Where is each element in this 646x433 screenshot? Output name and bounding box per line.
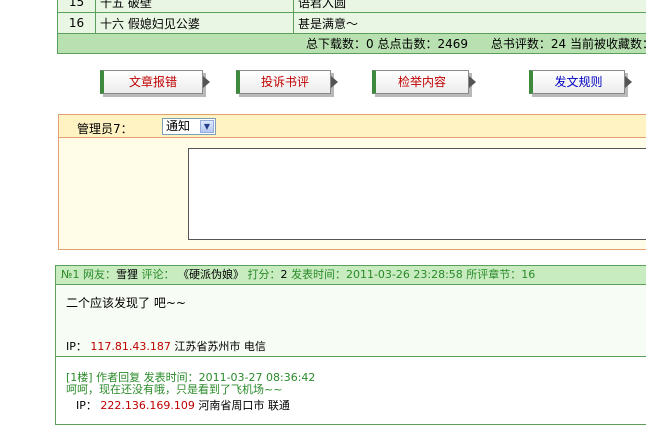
review-location: 江苏省苏州市 电信 <box>174 340 266 353</box>
reply-ip: 222.136.169.109 <box>100 399 195 412</box>
reply-ip-line: IP： 222.136.169.109 河南省周口市 联通 <box>76 397 290 413</box>
stats-cell: 总下载数：0 总点击数：2469 总书评数：24 当前被收藏数： <box>57 33 646 54</box>
chapter-table: 15 十五 破壁 语君入圆 16 十六 假媳妇见公婆 甚是满意～ 总下载数：0 … <box>57 0 646 54</box>
review-content: 二个应该发现了 吧~~ <box>66 296 186 310</box>
reply-ip-label: IP： <box>76 399 97 412</box>
report-content-button[interactable]: 检举内容 <box>372 70 476 94</box>
stats-row: 总下载数：0 总点击数：2469 总书评数：24 当前被收藏数： <box>57 33 646 54</box>
triangle-icon <box>203 76 210 88</box>
review-time: 2011-03-26 23:28:58 <box>345 268 463 281</box>
review-number: №1 <box>61 268 80 281</box>
complain-review-label: 投诉书评 <box>260 75 309 89</box>
reply-location: 河南省周口市 联通 <box>198 399 290 412</box>
review-book-title[interactable]: 《硬派伪娘》 <box>178 268 244 281</box>
admin-label: 管理员7： <box>77 122 133 136</box>
review-comment-key: 评论： <box>141 268 175 281</box>
table-row: 15 十五 破壁 语君入圆 <box>57 0 646 13</box>
triangle-icon <box>625 76 632 88</box>
report-error-label: 文章报错 <box>128 75 177 89</box>
reply-content: 呵呵，现在还没有哦，只是看到了飞机场~~ <box>66 383 283 396</box>
author-reply: [1楼] 作者回复 发表时间：2011-03-27 08:36:42 呵呵，现在… <box>56 356 646 424</box>
chapter-number: 15 <box>57 0 96 13</box>
review-score-key: 打分： <box>247 268 281 281</box>
chapter-note: 语君入圆 <box>293 0 646 13</box>
posting-rules-button[interactable]: 发文规则 <box>529 70 632 94</box>
review-user-link[interactable]: 雪狸 <box>116 268 138 281</box>
triangle-icon <box>331 76 338 88</box>
review-user-key: 网友： <box>82 268 116 281</box>
triangle-icon <box>469 76 476 88</box>
admin-notice-header: 管理员7： 通知 ▼ <box>59 115 646 138</box>
stat-clicks: 总点击数：2469 <box>377 37 468 51</box>
admin-notice-panel: 管理员7： 通知 ▼ <box>58 114 646 250</box>
chevron-down-icon[interactable]: ▼ <box>200 120 214 133</box>
admin-notice-textarea[interactable] <box>188 148 646 240</box>
chapter-note: 甚是满意～ <box>293 12 646 34</box>
stat-reviews: 总书评数：24 <box>490 37 567 51</box>
review-ip-line: IP： 117.81.43.187 江苏省苏州市 电信 <box>66 338 266 354</box>
review-card: №1 网友：雪狸 评论： 《硬派伪娘》 打分：2 发表时间：2011-03-26… <box>55 265 646 425</box>
review-ip: 117.81.43.187 <box>90 340 171 353</box>
review-ip-label: IP： <box>66 340 87 353</box>
report-error-button[interactable]: 文章报错 <box>100 70 210 94</box>
notice-type-value: 通知 <box>166 119 191 133</box>
notice-type-select[interactable]: 通知 ▼ <box>162 118 216 135</box>
complain-review-button[interactable]: 投诉书评 <box>236 70 338 94</box>
review-header: №1 网友：雪狸 评论： 《硬派伪娘》 打分：2 发表时间：2011-03-26… <box>56 266 646 285</box>
stat-downloads: 总下载数：0 <box>305 37 374 51</box>
report-content-label: 检举内容 <box>397 75 446 89</box>
chapter-title-link[interactable]: 十五 破壁 <box>95 0 294 13</box>
chapter-number: 16 <box>57 12 96 34</box>
review-score: 2 <box>280 268 288 281</box>
posting-rules-label: 发文规则 <box>554 75 603 89</box>
review-chapter-key: 所评章节： <box>466 268 522 281</box>
table-row: 16 十六 假媳妇见公婆 甚是满意～ <box>57 12 646 34</box>
stat-favorites: 当前被收藏数： <box>569 37 646 51</box>
review-time-key: 发表时间： <box>290 268 346 281</box>
chapter-title-link[interactable]: 十六 假媳妇见公婆 <box>95 12 294 34</box>
review-chapter: 16 <box>521 268 536 281</box>
